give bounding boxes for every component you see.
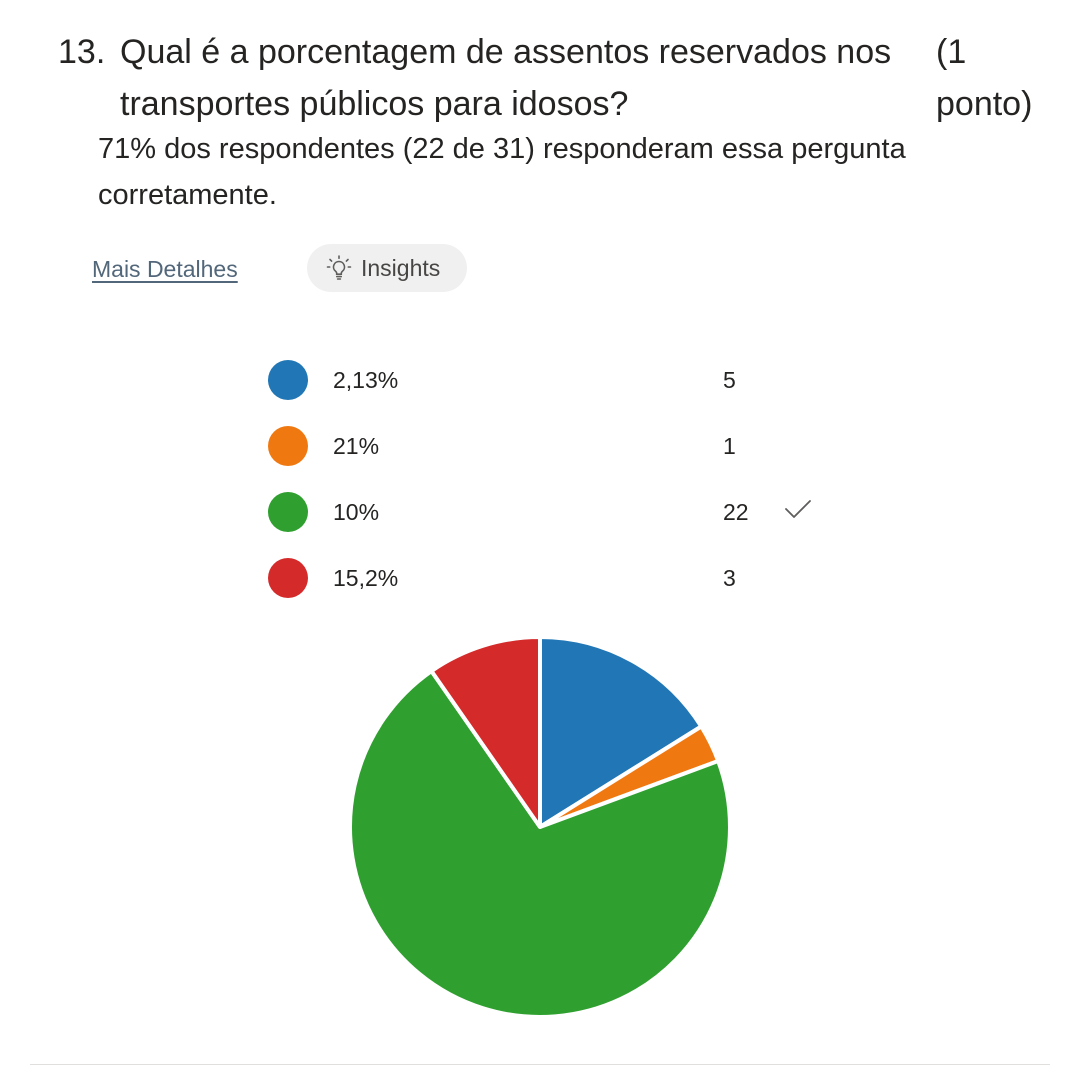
legend-count: 1 [723,433,736,459]
legend-label: 10% [333,499,380,525]
question-points: (1 ponto) [936,33,1033,123]
section-divider [30,1064,1050,1065]
legend-item-3: 15,2% 3 [268,558,828,598]
legend-item-1: 21% 1 [268,426,828,466]
legend-label: 15,2% [333,565,399,591]
legend-label: 21% [333,433,380,459]
question-text: Qual é a porcentagem de assentos reserva… [120,33,892,123]
lightbulb-icon [326,255,352,280]
legend-swatch [268,360,308,400]
correct-summary: 71% dos respondentes (22 de 31) responde… [98,133,906,211]
insights-button[interactable]: Insights [307,244,467,292]
more-details-link[interactable]: Mais Detalhes [92,252,238,286]
legend-count: 5 [723,367,736,393]
checkmark-icon [785,500,811,518]
legend-swatch [268,492,308,532]
legend-count: 3 [723,565,736,591]
legend-item-2: 10% 22 [268,492,828,532]
question-number: 13. [58,33,106,71]
legend-swatch [268,558,308,598]
pie-chart [347,635,732,1019]
insights-label: Insights [361,254,441,281]
legend-item-0: 2,13% 5 [268,360,828,400]
legend-swatch [268,426,308,466]
legend-count: 22 [723,499,749,525]
legend-label: 2,13% [333,367,399,393]
